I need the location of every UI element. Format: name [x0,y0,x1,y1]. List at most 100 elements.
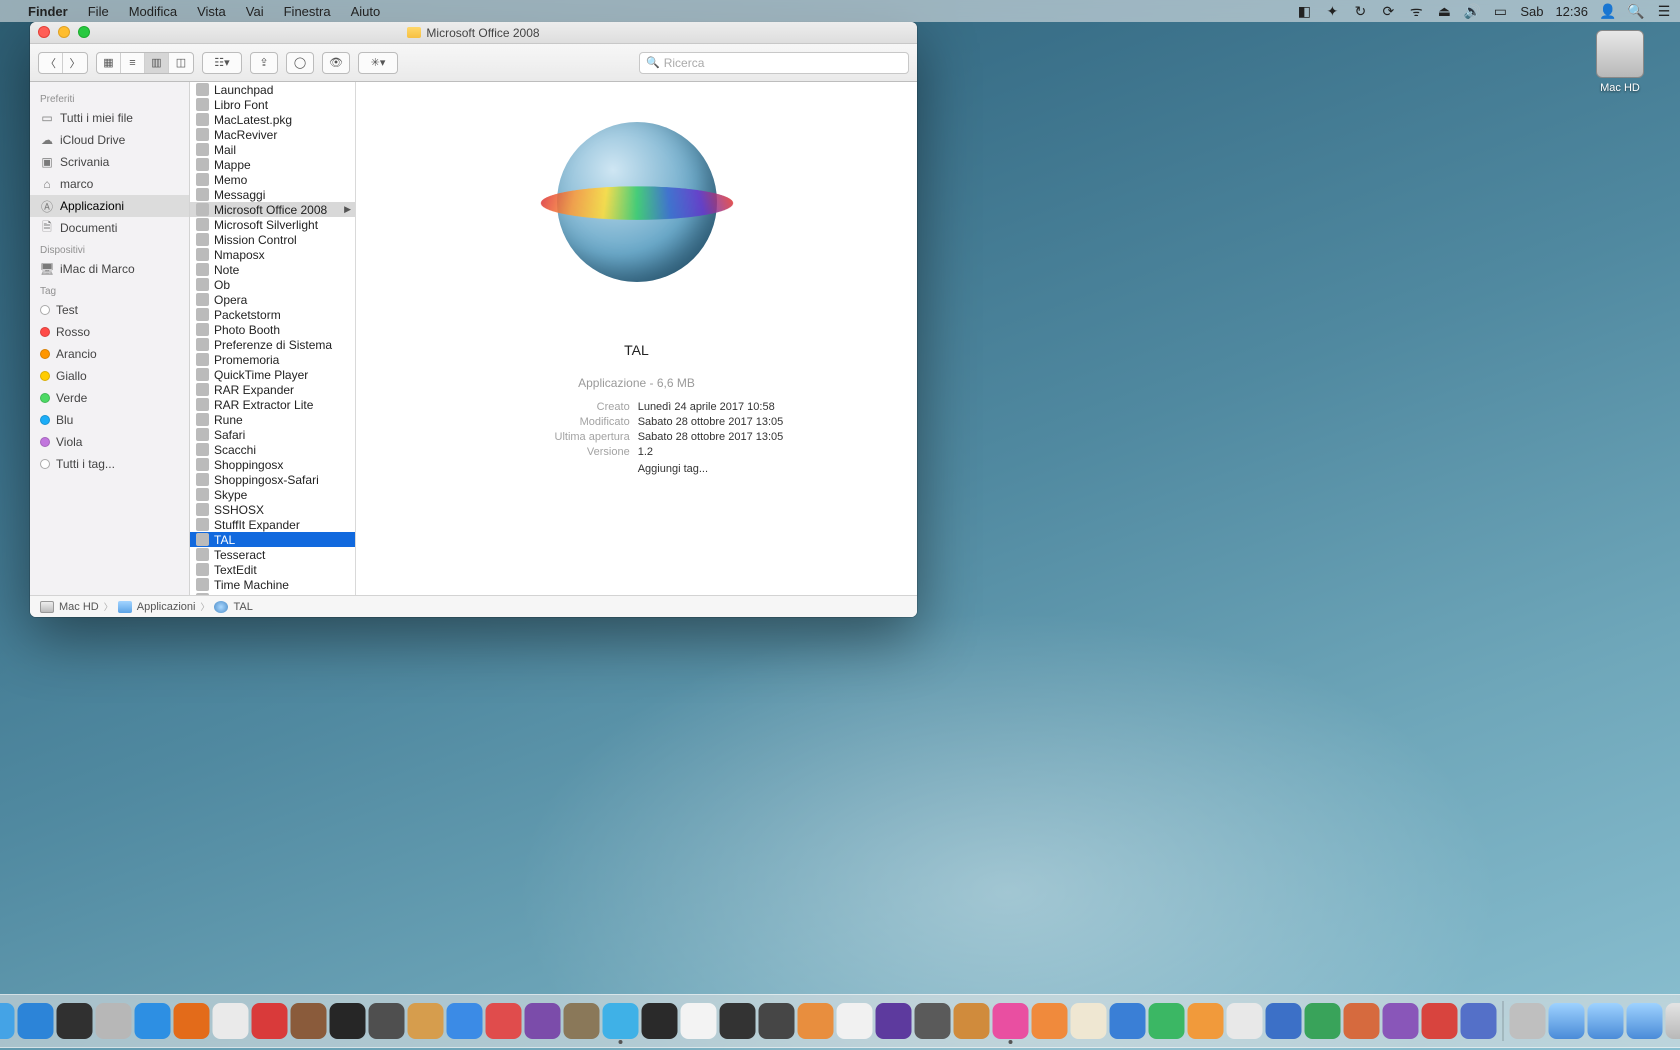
sidebar-tag-arancio[interactable]: Arancio [30,343,189,365]
timemachine-icon[interactable]: ↻ [1352,3,1368,19]
sidebar-tag-rosso[interactable]: Rosso [30,321,189,343]
file-row[interactable]: RAR Expander [190,382,355,397]
add-tags-link[interactable]: Aggiungi tag... [638,462,708,477]
dock-trash[interactable] [1666,1003,1680,1039]
notification-icon[interactable]: ☰ [1656,3,1672,19]
sidebar-tag-test[interactable]: Test [30,299,189,321]
menu-file[interactable]: File [78,4,119,19]
file-row[interactable]: Mission Control [190,232,355,247]
file-row[interactable]: Photo Booth [190,322,355,337]
dock-keynote[interactable] [1110,1003,1146,1039]
menu-edit[interactable]: Modifica [119,4,187,19]
dock-terminal[interactable] [330,1003,366,1039]
menu-help[interactable]: Aiuto [341,4,391,19]
file-row[interactable]: Safari [190,427,355,442]
file-row[interactable]: Messaggi [190,187,355,202]
dock-steam[interactable] [642,1003,678,1039]
back-button[interactable]: 〈 [39,53,63,73]
dock-skype[interactable] [603,1003,639,1039]
clock-time[interactable]: 12:36 [1555,4,1588,19]
file-row[interactable]: Skype [190,487,355,502]
dock-automator[interactable] [96,1003,132,1039]
search-field[interactable]: 🔍 Ricerca [639,52,909,74]
dock-ppt[interactable] [1344,1003,1380,1039]
path-hd[interactable]: Mac HD [59,601,99,613]
wifi-icon[interactable]: ᯤ [1408,3,1424,19]
share-button[interactable]: ⇪ [250,52,278,74]
file-row[interactable]: Time Machine [190,577,355,592]
file-row[interactable]: MacLatest.pkg [190,112,355,127]
dock-opera[interactable] [252,1003,288,1039]
dock-itunes[interactable] [993,1003,1029,1039]
path-apps[interactable]: Applicazioni [137,601,196,613]
menu-window[interactable]: Finestra [274,4,341,19]
dock-podcast[interactable] [525,1003,561,1039]
dock-pages[interactable] [1188,1003,1224,1039]
dock-diskutil[interactable] [369,1003,405,1039]
dock-entourage[interactable] [1383,1003,1419,1039]
dock-safari[interactable] [135,1003,171,1039]
menu-view[interactable]: Vista [187,4,236,19]
tags-button[interactable]: ◯ [286,52,314,74]
dock-garage[interactable] [954,1003,990,1039]
sidebar-device[interactable]: 🖥iMac di Marco [30,258,189,280]
file-row[interactable]: MacReviver [190,127,355,142]
file-row[interactable]: Scacchi [190,442,355,457]
file-row[interactable]: Opera [190,292,355,307]
file-row[interactable]: RAR Extractor Lite [190,397,355,412]
menulet-littlesnitch-icon[interactable]: ✦ [1324,3,1340,19]
eject-icon[interactable]: ⏏ [1436,3,1452,19]
menu-go[interactable]: Vai [236,4,274,19]
file-row[interactable]: Microsoft Office 2008▶ [190,202,355,217]
spotlight-icon[interactable]: 🔍 [1628,3,1644,19]
user-icon[interactable]: 👤 [1600,3,1616,19]
arrange-button[interactable]: ☷▾ [202,52,242,74]
dock-activity[interactable] [57,1003,93,1039]
file-row[interactable]: Preferenze di Sistema [190,337,355,352]
clock-day[interactable]: Sab [1520,4,1543,19]
file-row[interactable]: QuickTime Player [190,367,355,382]
dock-downloads[interactable] [1549,1003,1585,1039]
file-row[interactable]: Note [190,262,355,277]
zoom-button[interactable] [78,26,90,38]
dock-ibooks[interactable] [1032,1003,1068,1039]
dock-messages[interactable] [447,1003,483,1039]
dock-gimp[interactable] [291,1003,327,1039]
view-icons[interactable]: ▦ [97,53,121,73]
file-row[interactable]: StuffIt Expander [190,517,355,532]
file-row[interactable]: Tesseract [190,547,355,562]
dock-imovie[interactable] [876,1003,912,1039]
dock-word[interactable] [1266,1003,1302,1039]
desktop-hd-icon[interactable]: Mac HD [1580,30,1660,94]
sidebar-tag-blu[interactable]: Blu [30,409,189,431]
forward-button[interactable]: 〉 [63,53,87,73]
dock-documents[interactable] [1588,1003,1624,1039]
dock-textedit[interactable] [1227,1003,1263,1039]
sidebar-item-tutti-i-miei-file[interactable]: ▭Tutti i miei file [30,107,189,129]
sidebar-item-icloud-drive[interactable]: ☁iCloud Drive [30,129,189,151]
sidebar-tag-giallo[interactable]: Giallo [30,365,189,387]
dock-guitar[interactable] [564,1003,600,1039]
file-row[interactable]: Microsoft Silverlight [190,217,355,232]
file-row[interactable]: TAL [190,532,355,547]
dock-finder[interactable] [0,1003,15,1039]
file-row[interactable]: TextEdit [190,562,355,577]
dock-clock[interactable] [720,1003,756,1039]
file-row[interactable]: Nmaposx [190,247,355,262]
action-button[interactable]: ✳︎▾ [358,52,398,74]
dock-calendar[interactable] [681,1003,717,1039]
dock-firefox[interactable] [174,1003,210,1039]
file-row[interactable]: Ob [190,277,355,292]
dock-numbers[interactable] [1149,1003,1185,1039]
file-row[interactable]: Libro Font [190,97,355,112]
quicklook-button[interactable]: 👁 [322,52,350,74]
dock-vm[interactable] [1461,1003,1497,1039]
file-row[interactable]: Mappe [190,157,355,172]
sync-icon[interactable]: ⟳ [1380,3,1396,19]
sidebar-item-marco[interactable]: ⌂marco [30,173,189,195]
sidebar-item-documenti[interactable]: 🗎Documenti [30,217,189,239]
titlebar[interactable]: Microsoft Office 2008 [30,22,917,44]
file-row[interactable]: Shoppingosx [190,457,355,472]
sidebar-item-scrivania[interactable]: ▣Scrivania [30,151,189,173]
dock-photos[interactable] [837,1003,873,1039]
